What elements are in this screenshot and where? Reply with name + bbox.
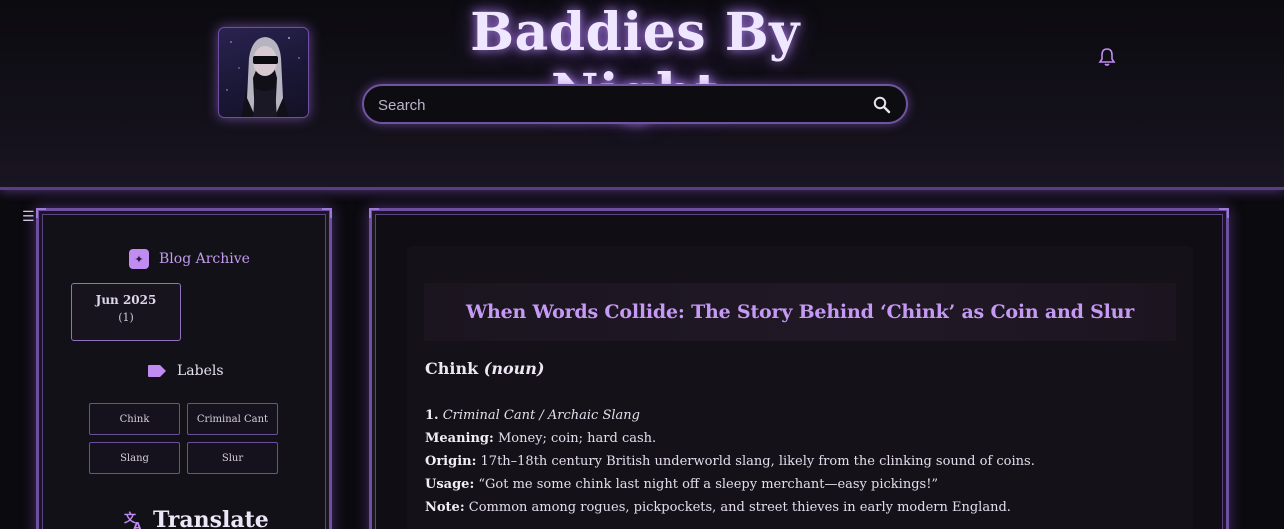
field-text: Money; coin; hard cash. (493, 431, 657, 446)
sense-number: 1. (425, 408, 439, 423)
archive-icon: ✦ (129, 249, 149, 269)
labels-heading: Labels (147, 363, 224, 379)
hamburger-menu-icon[interactable]: ☰ (22, 209, 35, 225)
site-header: Baddies By Night (0, 0, 1284, 190)
field-text: 17th–18th century British underworld sla… (476, 454, 1035, 469)
usage-line: Usage: “Got me some chink last night off… (425, 473, 1185, 496)
search-input[interactable] (378, 94, 858, 116)
frame-corner-ornament (369, 208, 379, 218)
notification-button[interactable] (1098, 47, 1116, 67)
main-content: When Words Collide: The Story Behind ‘Ch… (369, 208, 1229, 529)
frame-corner-ornament (1219, 208, 1229, 218)
term-word: Chink (425, 359, 479, 378)
search-icon (873, 96, 891, 114)
definition-entry: 1. Criminal Cant / Archaic Slang Meaning… (425, 404, 1185, 519)
bell-icon (1098, 48, 1116, 66)
field-text: “Got me some chink last night off a slee… (474, 477, 939, 492)
archive-post-count: (1) (118, 311, 134, 324)
search-button[interactable] (872, 95, 892, 115)
frame-corner-ornament (322, 208, 332, 218)
translate-title: Translate (153, 507, 269, 529)
frame-corner-ornament (36, 208, 46, 218)
term-heading: Chink (noun) (425, 359, 544, 378)
post-title-bar: When Words Collide: The Story Behind ‘Ch… (424, 283, 1176, 341)
sense-line: 1. Criminal Cant / Archaic Slang (425, 404, 1185, 427)
labels-title: Labels (177, 363, 224, 379)
blog-archive-heading: ✦ Blog Archive (129, 249, 250, 269)
svg-text:A: A (133, 520, 142, 529)
profile-avatar[interactable] (218, 27, 309, 118)
translate-icon: 文 A (124, 510, 142, 529)
label-slur[interactable]: Slur (187, 442, 278, 474)
translate-heading: 文 A Translate (123, 507, 269, 529)
field-label: Usage: (425, 477, 475, 492)
origin-line: Origin: 17th–18th century British underw… (425, 450, 1185, 473)
search-bar (362, 84, 908, 124)
field-label: Meaning: (425, 431, 494, 446)
label-chink[interactable]: Chink (89, 403, 180, 435)
field-text: Common among rogues, pickpockets, and st… (464, 500, 1011, 515)
archive-month: Jun 2025 (95, 293, 157, 307)
field-label: Note: (425, 500, 465, 515)
avatar-illustration (226, 37, 300, 117)
field-label: Origin: (425, 454, 477, 469)
label-tag-icon (148, 365, 166, 377)
label-criminal-cant[interactable]: Criminal Cant (187, 403, 278, 435)
part-of-speech: (noun) (483, 359, 545, 378)
sense-label: Criminal Cant / Archaic Slang (442, 408, 640, 423)
archive-month-link[interactable]: Jun 2025 (1) (71, 283, 181, 341)
note-line: Note: Common among rogues, pickpockets, … (425, 496, 1185, 519)
sidebar: ✦ Blog Archive Jun 2025 (1) Labels Chink… (36, 208, 332, 529)
blog-post: When Words Collide: The Story Behind ‘Ch… (407, 246, 1193, 529)
label-slang[interactable]: Slang (89, 442, 180, 474)
meaning-line: Meaning: Money; coin; hard cash. (425, 427, 1185, 450)
blog-archive-title: Blog Archive (159, 251, 250, 267)
post-title[interactable]: When Words Collide: The Story Behind ‘Ch… (466, 301, 1134, 323)
